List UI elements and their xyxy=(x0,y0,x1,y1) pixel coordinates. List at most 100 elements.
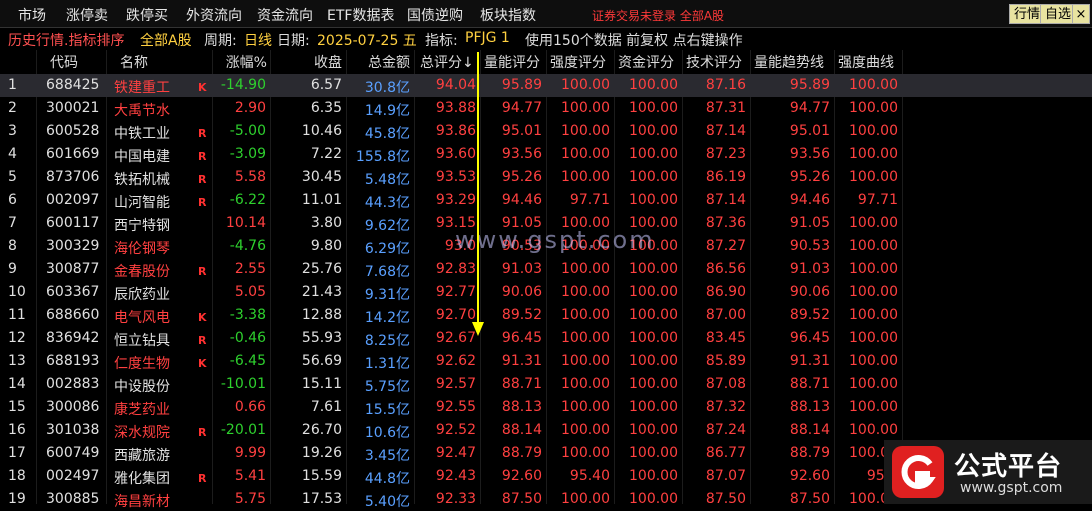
header-volume-trend[interactable]: 量能趋势线 xyxy=(754,52,824,72)
cell-code: 300877 xyxy=(46,261,100,277)
table-row[interactable]: 11 688660 电气风电 K -3.38 12.88 14.2亿 92.70 89.52 10… xyxy=(0,304,1092,327)
cell-vol: 88.79 xyxy=(501,445,542,461)
header-total-score[interactable]: 总评分↓ xyxy=(420,52,474,72)
cell-total: 92.43 xyxy=(435,468,476,484)
table-row[interactable]: 2 300021 大禹节水 2.90 6.35 14.9亿 93.88 94.77 100.00… xyxy=(0,97,1092,120)
header-strength-curve[interactable]: 强度曲线 xyxy=(838,52,894,72)
header-code[interactable]: 代码 xyxy=(50,52,78,72)
menu-item-bond-repo[interactable]: 国债逆购 xyxy=(407,5,463,25)
cell-chg: -3.38 xyxy=(229,307,266,323)
cell-total: 93.60 xyxy=(435,146,476,162)
table-row[interactable]: 13 688193 仁度生物 K -6.45 56.69 1.31亿 92.62 91.31 10… xyxy=(0,350,1092,373)
cell-cap: 100.00 xyxy=(629,376,678,392)
favorite-button[interactable]: 自选 xyxy=(1040,4,1077,24)
cell-volt: 93.56 xyxy=(789,146,830,162)
scope-label[interactable]: 全部A股 xyxy=(140,30,192,50)
cell-volt: 88.13 xyxy=(789,399,830,415)
cell-code: 300885 xyxy=(46,491,100,507)
menu-item-capital-flow[interactable]: 资金流向 xyxy=(257,5,313,25)
info-bar: 历史行情.指标排序 全部A股 周期: 日线 日期: 2025-07-25 五 指… xyxy=(0,28,1092,50)
header-volume-score[interactable]: 量能评分 xyxy=(484,52,540,72)
cell-strc: 100.00 xyxy=(849,238,898,254)
cell-tag: R xyxy=(198,426,207,439)
menu-item-market[interactable]: 市场 xyxy=(18,5,46,25)
cell-close: 21.43 xyxy=(301,284,342,300)
cell-no: 8 xyxy=(8,238,17,254)
cell-no: 17 xyxy=(8,445,26,461)
header-capital-score[interactable]: 资金评分 xyxy=(618,52,674,72)
cell-chg: 2.55 xyxy=(234,261,266,277)
cell-chg: 5.75 xyxy=(234,491,266,507)
indicator-value[interactable]: PFJG 1 xyxy=(465,30,510,46)
cell-tag: R xyxy=(198,127,207,140)
header-amount[interactable]: 总金额 xyxy=(350,52,410,72)
menu-item-limit-up-sell[interactable]: 涨停卖 xyxy=(66,5,108,25)
cell-no: 19 xyxy=(8,491,26,507)
table-row[interactable]: 1 688425 铁建重工 K -14.90 6.57 30.8亿 94.04 95.89 100… xyxy=(0,74,1092,97)
menu-item-limit-down-buy[interactable]: 跌停买 xyxy=(126,5,168,25)
cell-chg: -0.46 xyxy=(229,330,266,346)
header-change-pct[interactable]: 涨幅% xyxy=(215,52,267,72)
cell-total: 92.67 xyxy=(435,330,476,346)
table-row[interactable]: 3 600528 中铁工业 R -5.00 10.46 45.8亿 93.86 95.01 100… xyxy=(0,120,1092,143)
cell-strc: 100.00 xyxy=(849,376,898,392)
table-row[interactable]: 6 002097 山河智能 R -6.22 11.01 44.3亿 93.29 94.46 97.… xyxy=(0,189,1092,212)
cell-tech: 86.90 xyxy=(705,284,746,300)
cell-cap: 100.00 xyxy=(629,307,678,323)
cell-vol: 88.13 xyxy=(501,399,542,415)
cell-no: 1 xyxy=(8,77,17,93)
cell-cap: 100.00 xyxy=(629,468,678,484)
table-row[interactable]: 12 836942 恒立钻具 R -0.46 55.93 8.25亿 92.67 96.45 10… xyxy=(0,327,1092,350)
cell-tag: K xyxy=(198,81,207,94)
cell-str: 100.00 xyxy=(561,399,610,415)
table-row[interactable]: 14 002883 中设股份 -10.01 15.11 5.75亿 92.57 88.71 10… xyxy=(0,373,1092,396)
cell-amt: 14.2亿 xyxy=(364,310,410,326)
date-value[interactable]: 2025-07-25 五 xyxy=(317,30,417,50)
cell-no: 10 xyxy=(8,284,26,300)
table-row[interactable]: 4 601669 中国电建 R -3.09 7.22 155.8亿 93.60 93.56 100… xyxy=(0,143,1092,166)
cell-tech: 87.00 xyxy=(705,307,746,323)
cell-tag: R xyxy=(198,334,207,347)
cell-cap: 100.00 xyxy=(629,77,678,93)
header-tech-score[interactable]: 技术评分 xyxy=(686,52,742,72)
menu-item-foreign-flow[interactable]: 外资流向 xyxy=(186,5,242,25)
cell-volt: 91.31 xyxy=(789,353,830,369)
cell-strc: 100.00 xyxy=(849,422,898,438)
menu-item-etf-table[interactable]: ETF数据表 xyxy=(327,5,394,25)
cell-amt: 9.31亿 xyxy=(364,287,410,303)
header-strength-score[interactable]: 强度评分 xyxy=(550,52,606,72)
period-value[interactable]: 日线 xyxy=(244,30,272,50)
table-row[interactable]: 9 300877 金春股份 R 2.55 25.76 7.68亿 92.83 91.03 100.… xyxy=(0,258,1092,281)
table-row[interactable]: 5 873706 铁拓机械 R 5.58 30.45 5.48亿 93.53 95.26 100.… xyxy=(0,166,1092,189)
cell-str: 100.00 xyxy=(561,307,610,323)
cell-close: 7.22 xyxy=(310,146,342,162)
header-name[interactable]: 名称 xyxy=(120,52,148,72)
close-button[interactable]: × xyxy=(1072,4,1090,24)
logo-mark-icon xyxy=(892,446,944,498)
cell-chg: 10.14 xyxy=(225,215,266,231)
cell-total: 93.53 xyxy=(435,169,476,185)
cell-total: 93.86 xyxy=(435,123,476,139)
cell-name: 大禹节水 xyxy=(114,103,170,119)
cell-close: 9.80 xyxy=(310,238,342,254)
cell-no: 5 xyxy=(8,169,17,185)
cell-code: 600528 xyxy=(46,123,100,139)
cell-amt: 5.48亿 xyxy=(364,172,410,188)
cell-volt: 95.26 xyxy=(789,169,830,185)
cell-volt: 94.46 xyxy=(789,192,830,208)
cell-name: 海昌新材 xyxy=(114,494,170,510)
cell-chg: -20.01 xyxy=(220,422,266,438)
cell-total: 92.62 xyxy=(435,353,476,369)
cell-volt: 95.89 xyxy=(789,77,830,93)
cell-no: 18 xyxy=(8,468,26,484)
cell-volt: 91.03 xyxy=(789,261,830,277)
table-row[interactable]: 15 300086 康芝药业 0.66 7.61 15.5亿 92.55 88.13 100.0… xyxy=(0,396,1092,419)
cell-cap: 100.00 xyxy=(629,330,678,346)
logo-url: www.gspt.com xyxy=(960,480,1063,496)
cell-volt: 90.06 xyxy=(789,284,830,300)
table-row[interactable]: 10 603367 辰欣药业 5.05 21.43 9.31亿 92.77 90.06 100.… xyxy=(0,281,1092,304)
menu-bar: 市场 涨停卖 跌停买 外资流向 资金流向 ETF数据表 国债逆购 板块指数 证券… xyxy=(0,0,1092,28)
menu-item-sector-index[interactable]: 板块指数 xyxy=(480,5,536,25)
header-close[interactable]: 收盘 xyxy=(290,52,342,72)
table-row[interactable]: 16 301038 深水规院 R -20.01 26.70 10.6亿 92.52 88.14 1… xyxy=(0,419,1092,442)
